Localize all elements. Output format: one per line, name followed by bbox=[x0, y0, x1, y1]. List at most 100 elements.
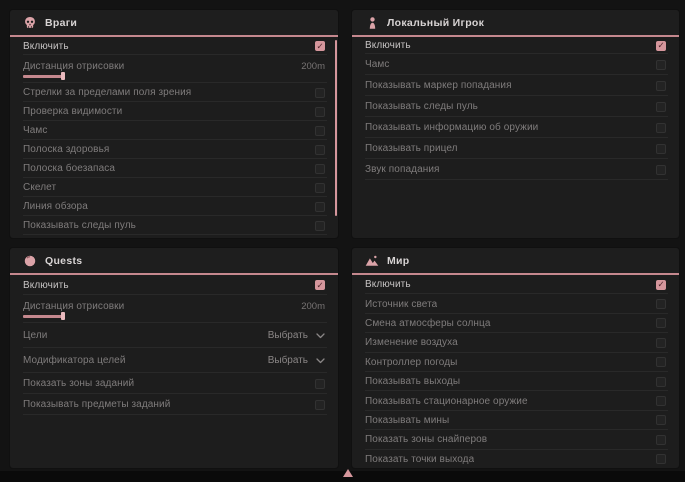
checkbox[interactable] bbox=[656, 41, 666, 51]
settings-row[interactable]: Включить bbox=[352, 275, 679, 294]
panel-local-player-header: Локальный Игрок bbox=[352, 10, 679, 37]
settings-row[interactable]: Проверка видимости bbox=[10, 102, 338, 121]
panel-quests-body: Включить Дистанция отрисовки200m Цели Выбра… bbox=[10, 275, 338, 415]
checkbox[interactable] bbox=[656, 81, 666, 91]
checkbox[interactable] bbox=[315, 202, 325, 212]
panel-enemies-body: Включить Дистанция отрисовки200m Стрелки з… bbox=[10, 37, 338, 235]
settings-row[interactable]: Показывать информацию об оружии bbox=[352, 117, 679, 138]
row-label: Показать точки выхода bbox=[365, 454, 474, 465]
checkbox[interactable] bbox=[315, 400, 325, 410]
chevron-down-icon bbox=[316, 358, 325, 364]
select-control[interactable]: Выбрать bbox=[268, 330, 325, 341]
checkbox[interactable] bbox=[656, 280, 666, 290]
row-label: Показать зоны снайперов bbox=[365, 434, 487, 445]
panel-title: Локальный Игрок bbox=[387, 17, 484, 29]
checkbox[interactable] bbox=[656, 165, 666, 175]
checkbox[interactable] bbox=[656, 318, 666, 328]
settings-row[interactable]: Скелет bbox=[10, 178, 338, 197]
settings-row[interactable]: Показывать маркер попадания bbox=[352, 75, 679, 96]
settings-row[interactable]: Включить bbox=[10, 275, 338, 295]
settings-row[interactable]: Показать зоны заданий bbox=[10, 373, 338, 394]
checkbox[interactable] bbox=[656, 454, 666, 464]
row-label: Показывать прицел bbox=[365, 143, 458, 154]
settings-row[interactable]: Стрелки за пределами поля зрения bbox=[10, 83, 338, 102]
checkbox[interactable] bbox=[656, 377, 666, 387]
select-value: Выбрать bbox=[268, 330, 308, 341]
slider-row-header: Дистанция отрисовки200m bbox=[23, 301, 325, 312]
settings-row[interactable]: Включить bbox=[10, 37, 338, 55]
slider-handle[interactable] bbox=[61, 312, 65, 320]
row-label: Контроллер погоды bbox=[365, 357, 457, 368]
settings-row[interactable]: Смена атмосферы солнца bbox=[352, 314, 679, 333]
row-label: Показывать информацию об оружии bbox=[365, 122, 538, 133]
settings-row[interactable]: Показывать предметы заданий bbox=[10, 394, 338, 415]
checkbox[interactable] bbox=[315, 183, 325, 193]
scrollbar-thumb[interactable] bbox=[335, 40, 337, 216]
cursor-icon bbox=[343, 469, 353, 477]
slider-track[interactable] bbox=[23, 315, 63, 318]
select-value: Выбрать bbox=[268, 355, 308, 366]
settings-row[interactable]: Модификатора целейВыбрать bbox=[10, 348, 338, 373]
row-label: Чамс bbox=[365, 59, 390, 70]
mountain-icon bbox=[365, 254, 379, 268]
checkbox[interactable] bbox=[656, 357, 666, 367]
checkbox[interactable] bbox=[656, 415, 666, 425]
settings-row[interactable]: Дистанция отрисовки200m bbox=[10, 295, 338, 323]
row-label: Стрелки за пределами поля зрения bbox=[23, 87, 191, 98]
checkbox[interactable] bbox=[315, 107, 325, 117]
settings-row[interactable]: Изменение воздуха bbox=[352, 333, 679, 352]
checkbox[interactable] bbox=[656, 435, 666, 445]
settings-row[interactable]: Дистанция отрисовки200m bbox=[10, 55, 338, 83]
panel-world-body: Включить Источник света Смена атмосферы со… bbox=[352, 275, 679, 468]
checkbox[interactable] bbox=[315, 280, 325, 290]
settings-row[interactable]: Чамс bbox=[352, 54, 679, 75]
row-label: Показывать мины bbox=[365, 415, 449, 426]
row-label: Цели bbox=[23, 330, 47, 341]
settings-row[interactable]: Контроллер погоды bbox=[352, 353, 679, 372]
settings-row[interactable]: Показывать мины bbox=[352, 411, 679, 430]
checkbox[interactable] bbox=[315, 145, 325, 155]
row-label: Показывать предметы заданий bbox=[23, 399, 170, 410]
checkbox[interactable] bbox=[315, 88, 325, 98]
settings-row[interactable]: Показывать стационарное оружие bbox=[352, 391, 679, 410]
settings-row[interactable]: Показывать следы пуль bbox=[10, 216, 338, 235]
settings-row[interactable]: Линия обзора bbox=[10, 197, 338, 216]
checkbox[interactable] bbox=[315, 164, 325, 174]
row-label: Показывать выходы bbox=[365, 376, 460, 387]
settings-row[interactable]: Цели Выбрать bbox=[10, 323, 338, 348]
checkbox[interactable] bbox=[315, 379, 325, 389]
row-label: Включить bbox=[365, 279, 411, 290]
settings-row[interactable]: Включить bbox=[352, 37, 679, 54]
row-label: Показывать стационарное оружие bbox=[365, 396, 528, 407]
checkbox[interactable] bbox=[656, 396, 666, 406]
slider-row-header: Дистанция отрисовки200m bbox=[23, 61, 325, 72]
checkbox[interactable] bbox=[315, 41, 325, 51]
checkbox[interactable] bbox=[656, 102, 666, 112]
settings-row[interactable]: Полоска здоровья bbox=[10, 140, 338, 159]
settings-row[interactable]: Показать зоны снайперов bbox=[352, 430, 679, 449]
checkbox[interactable] bbox=[315, 221, 325, 231]
panel-title: Quests bbox=[45, 255, 82, 267]
settings-row[interactable]: Показать точки выхода bbox=[352, 450, 679, 468]
settings-row[interactable]: Полоска боезапаса bbox=[10, 159, 338, 178]
settings-row[interactable]: Показывать прицел bbox=[352, 138, 679, 159]
panel-enemies: Враги ВключитьДистанция отрисовки200mСтр… bbox=[10, 10, 338, 238]
settings-row[interactable]: Источник света bbox=[352, 294, 679, 313]
checkbox[interactable] bbox=[656, 299, 666, 309]
checkbox[interactable] bbox=[315, 126, 325, 136]
checkbox[interactable] bbox=[656, 338, 666, 348]
person-icon bbox=[365, 16, 379, 30]
row-label: Смена атмосферы солнца bbox=[365, 318, 491, 329]
settings-row[interactable]: Показывать выходы bbox=[352, 372, 679, 391]
checkbox[interactable] bbox=[656, 60, 666, 70]
row-label: Показывать маркер попадания bbox=[365, 80, 512, 91]
settings-row[interactable]: Звук попадания bbox=[352, 159, 679, 180]
slider-track[interactable] bbox=[23, 75, 63, 78]
slider-handle[interactable] bbox=[61, 72, 65, 80]
checkbox[interactable] bbox=[656, 144, 666, 154]
select-control[interactable]: Выбрать bbox=[268, 355, 325, 366]
panel-world: Мир ВключитьИсточник светаСмена атмосфер… bbox=[352, 248, 679, 468]
checkbox[interactable] bbox=[656, 123, 666, 133]
settings-row[interactable]: Показывать следы пуль bbox=[352, 96, 679, 117]
settings-row[interactable]: Чамс bbox=[10, 121, 338, 140]
